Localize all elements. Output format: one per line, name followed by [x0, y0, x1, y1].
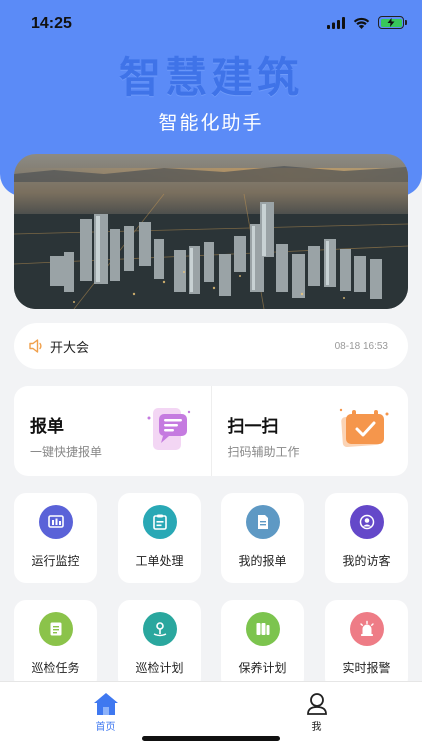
quick-action-report[interactable]: 报单 一键快捷报单: [14, 386, 211, 476]
battery-icon: [378, 16, 407, 29]
inspection-task-icon: [38, 612, 73, 646]
tile-label: 工单处理: [135, 554, 184, 568]
calendar-check-icon: [339, 408, 389, 448]
home-indicator: [142, 736, 280, 741]
app-subtitle: 智能化助手: [158, 112, 264, 134]
user-icon: [306, 693, 327, 715]
notice-bar[interactable]: 开大会 08-18 16:53: [14, 323, 408, 369]
speaker-icon: [29, 339, 42, 353]
city-banner-image[interactable]: [14, 154, 408, 309]
tile-inspection-task[interactable]: 巡检任务: [14, 600, 97, 690]
tile-label: 运行监控: [31, 554, 80, 568]
location-plan-icon: [142, 612, 177, 646]
quick-actions-card: 报单 一键快捷报单 扫一扫 扫码辅助工作: [14, 386, 408, 476]
status-time: 14:25: [31, 15, 72, 32]
tile-inspection-plan[interactable]: 巡检计划: [118, 600, 201, 690]
tile-my-reports[interactable]: 我的报单: [221, 493, 304, 583]
maintenance-icon: [245, 612, 280, 646]
wifi-icon: [353, 17, 370, 29]
quick-action-scan[interactable]: 扫一扫 扫码辅助工作: [210, 386, 409, 476]
chat-bubble-icon: [147, 408, 190, 450]
status-icons: [327, 16, 407, 29]
visitor-icon: [349, 505, 384, 539]
tile-realtime-alarm[interactable]: 实时报警: [325, 600, 408, 690]
work-order-icon: [142, 505, 177, 539]
tab-me-label: 我: [311, 722, 322, 733]
notice-time: 08-18 16:53: [334, 340, 388, 352]
tile-label: 巡检任务: [31, 661, 80, 675]
app-title: 智慧建筑: [118, 53, 303, 102]
tile-label: 保养计划: [238, 661, 287, 675]
tile-work-order[interactable]: 工单处理: [118, 493, 201, 583]
home-icon: [93, 693, 118, 715]
tile-maintenance-plan[interactable]: 保养计划: [221, 600, 304, 690]
tile-run-monitor[interactable]: 运行监控: [14, 493, 97, 583]
tile-label: 我的访客: [342, 554, 391, 568]
tab-home-label: 首页: [95, 722, 116, 733]
monitor-icon: [38, 505, 73, 539]
status-bar: 14:25: [0, 0, 422, 46]
tile-my-visitors[interactable]: 我的访客: [325, 493, 408, 583]
document-icon: [245, 505, 280, 539]
notice-text: 开大会: [50, 340, 90, 356]
tile-label: 实时报警: [342, 661, 391, 675]
signal-icon: [327, 16, 345, 29]
alarm-icon: [349, 612, 384, 646]
tile-label: 巡检计划: [135, 661, 184, 675]
tile-label: 我的报单: [238, 554, 287, 568]
